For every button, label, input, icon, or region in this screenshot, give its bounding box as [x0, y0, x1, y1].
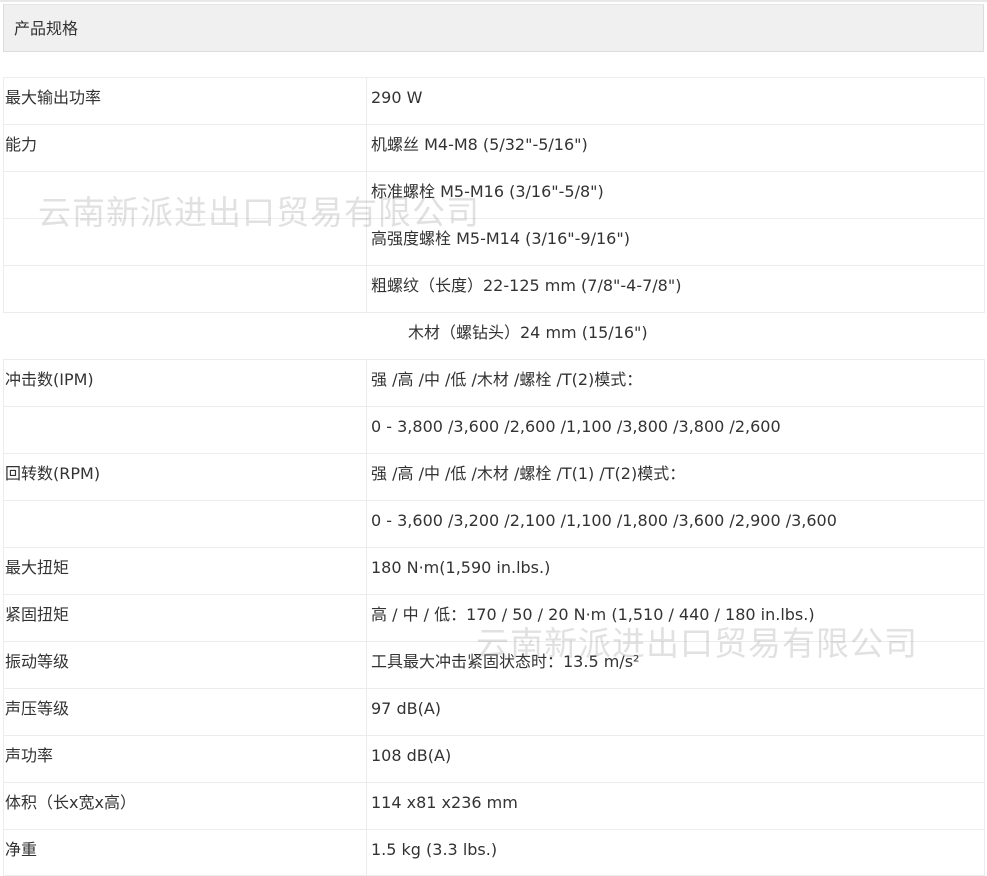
spec-row-net-weight: 净重 1.5 kg (3.3 lbs.) [3, 829, 985, 876]
spec-row-vibration: 振动等级 工具最大冲击紧固状态时：13.5 m/s² [3, 641, 985, 688]
spec-row-max-output: 最大输出功率 290 W [3, 77, 985, 124]
spec-row-capacity-wood: 木材（螺钻头）24 mm (15/16") [3, 312, 985, 359]
spec-value: 强 /高 /中 /低 /木材 /螺栓 /T(2)模式： [371, 370, 643, 389]
spec-label-cell: 最大扭矩 [5, 548, 367, 594]
spec-label: 振动等级 [5, 652, 70, 671]
spec-label: 紧固扭矩 [5, 605, 70, 624]
spec-value: 1.5 kg (3.3 lbs.) [371, 840, 498, 859]
spec-label: 净重 [5, 840, 38, 859]
spec-label-cell: 能力 [5, 125, 367, 171]
spec-value: 97 dB(A) [371, 699, 442, 718]
spec-row-capacity-standard-bolt: 标准螺栓 M5-M16 (3/16"-5/8") [3, 171, 985, 218]
top-divider [0, 0, 987, 2]
spec-value-cell: 机螺丝 M4-M8 (5/32"-5/16") [367, 125, 984, 171]
spec-value: 108 dB(A) [371, 746, 452, 765]
spec-value-cell: 粗螺纹（长度）22-125 mm (7/8"-4-7/8") [367, 266, 984, 312]
spec-value-cell: 标准螺栓 M5-M16 (3/16"-5/8") [367, 172, 984, 218]
spec-label: 声功率 [5, 746, 54, 765]
spec-value-cell: 高强度螺栓 M5-M14 (3/16"-9/16") [367, 219, 984, 265]
spec-value-cell: 强 /高 /中 /低 /木材 /螺栓 /T(1) /T(2)模式： [367, 454, 984, 500]
spec-label: 体积（长x宽x高） [5, 793, 136, 812]
spec-value: 0 - 3,800 /3,600 /2,600 /1,100 /3,800 /3… [371, 417, 781, 436]
spec-table: 最大输出功率 290 W 能力 机螺丝 M4-M8 (5/32"-5/16") … [3, 77, 985, 876]
spec-value: 180 N·m(1,590 in.lbs.) [371, 558, 551, 577]
spec-label-cell: 体积（长x宽x高） [5, 783, 367, 829]
spec-label: 冲击数(IPM) [5, 370, 94, 389]
spec-label: 能力 [5, 135, 38, 154]
spec-value-cell: 1.5 kg (3.3 lbs.) [367, 830, 984, 875]
spec-value-cell: 180 N·m(1,590 in.lbs.) [367, 548, 984, 594]
spec-row-max-torque: 最大扭矩 180 N·m(1,590 in.lbs.) [3, 547, 985, 594]
spec-row-impacts-per-minute: 冲击数(IPM) 强 /高 /中 /低 /木材 /螺栓 /T(2)模式： [3, 359, 985, 406]
spec-value-cell: 工具最大冲击紧固状态时：13.5 m/s² [367, 642, 984, 688]
spec-row-sound-power: 声功率 108 dB(A) [3, 735, 985, 782]
spec-row-rpm-values: 0 - 3,600 /3,200 /2,100 /1,100 /1,800 /3… [3, 500, 985, 547]
spec-label-cell [5, 219, 367, 265]
spec-value-cell: 0 - 3,800 /3,600 /2,600 /1,100 /3,800 /3… [367, 407, 984, 453]
spec-value: 高强度螺栓 M5-M14 (3/16"-9/16") [371, 229, 630, 248]
spec-value-cell: 108 dB(A) [367, 736, 984, 782]
spec-label: 声压等级 [5, 699, 70, 718]
spec-value: 114 x81 x236 mm [371, 793, 518, 812]
section-title: 产品规格 [14, 19, 79, 38]
spec-value-cell: 114 x81 x236 mm [367, 783, 984, 829]
spec-value-cell: 290 W [367, 78, 984, 124]
spec-label-cell: 回转数(RPM) [5, 454, 367, 500]
spec-row-fastening-torque: 紧固扭矩 高 / 中 / 低：170 / 50 / 20 N·m (1,510 … [3, 594, 985, 641]
spec-value: 粗螺纹（长度）22-125 mm (7/8"-4-7/8") [371, 276, 682, 295]
spec-row-sound-pressure: 声压等级 97 dB(A) [3, 688, 985, 735]
spec-label-cell [5, 266, 367, 312]
spec-row-capacity-coarse-thread: 粗螺纹（长度）22-125 mm (7/8"-4-7/8") [3, 265, 985, 312]
spec-label-cell [5, 172, 367, 218]
spec-label-cell: 紧固扭矩 [5, 595, 367, 641]
spec-value: 强 /高 /中 /低 /木材 /螺栓 /T(1) /T(2)模式： [371, 464, 686, 483]
spec-row-capacity-high-strength-bolt: 高强度螺栓 M5-M14 (3/16"-9/16") [3, 218, 985, 265]
spec-label: 回转数(RPM) [5, 464, 101, 483]
spec-label-cell: 振动等级 [5, 642, 367, 688]
spec-row-impacts-per-minute-values: 0 - 3,800 /3,600 /2,600 /1,100 /3,800 /3… [3, 406, 985, 453]
spec-label-cell: 净重 [5, 830, 367, 875]
spec-value: 工具最大冲击紧固状态时：13.5 m/s² [371, 652, 640, 671]
spec-value: 机螺丝 M4-M8 (5/32"-5/16") [371, 135, 588, 154]
spec-label-cell [4, 313, 366, 359]
spec-value: 标准螺栓 M5-M16 (3/16"-5/8") [371, 182, 604, 201]
spec-row-capacity: 能力 机螺丝 M4-M8 (5/32"-5/16") [3, 124, 985, 171]
spec-value: 木材（螺钻头）24 mm (15/16") [408, 323, 648, 342]
spec-label: 最大扭矩 [5, 558, 70, 577]
spec-row-dimensions: 体积（长x宽x高） 114 x81 x236 mm [3, 782, 985, 829]
spec-label-cell: 最大输出功率 [5, 78, 367, 124]
spec-label-cell: 冲击数(IPM) [5, 360, 367, 406]
spec-value-cell: 木材（螺钻头）24 mm (15/16") [366, 313, 985, 359]
spec-value-cell: 高 / 中 / 低：170 / 50 / 20 N·m (1,510 / 440… [367, 595, 984, 641]
spec-value: 290 W [371, 88, 423, 107]
spec-value: 高 / 中 / 低：170 / 50 / 20 N·m (1,510 / 440… [371, 605, 815, 624]
spec-label-cell: 声压等级 [5, 689, 367, 735]
spec-value-cell: 0 - 3,600 /3,200 /2,100 /1,100 /1,800 /3… [367, 501, 984, 547]
spec-value: 0 - 3,600 /3,200 /2,100 /1,100 /1,800 /3… [371, 511, 837, 530]
spec-label-cell [5, 501, 367, 547]
spec-value-cell: 强 /高 /中 /低 /木材 /螺栓 /T(2)模式： [367, 360, 984, 406]
spec-label: 最大输出功率 [5, 88, 102, 107]
section-header: 产品规格 [3, 4, 984, 52]
spec-value-cell: 97 dB(A) [367, 689, 984, 735]
spec-row-rpm: 回转数(RPM) 强 /高 /中 /低 /木材 /螺栓 /T(1) /T(2)模… [3, 453, 985, 500]
spec-label-cell [5, 407, 367, 453]
spec-label-cell: 声功率 [5, 736, 367, 782]
